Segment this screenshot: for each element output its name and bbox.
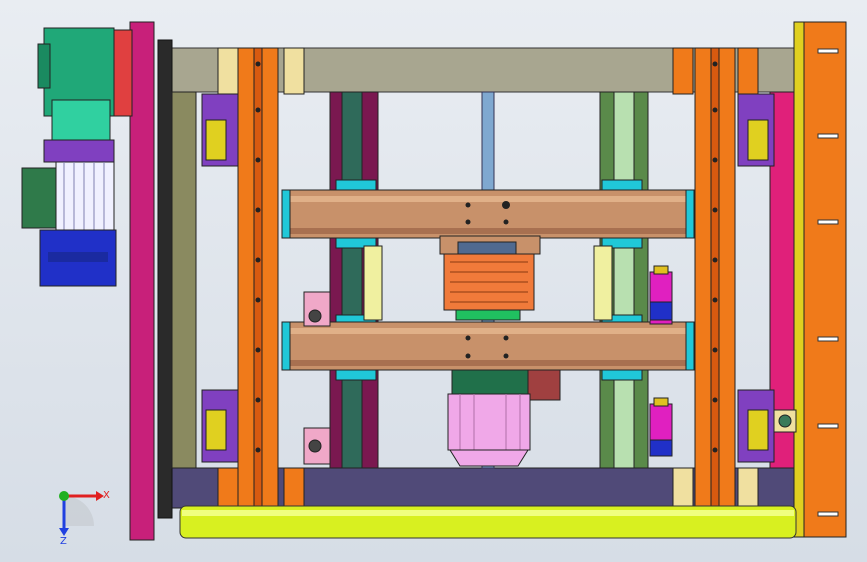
- inner-rail-right: [613, 91, 635, 469]
- lower-carriage-beam: [281, 321, 695, 371]
- triad-z-label: Z: [60, 536, 67, 547]
- right-orange-guide: [803, 21, 847, 538]
- left-side-plate: [129, 21, 155, 541]
- upper-carriage-beam: [281, 189, 695, 239]
- lower-motor: [447, 369, 561, 467]
- left-chain: [157, 39, 173, 519]
- center-gear-reducer: [439, 235, 541, 321]
- inner-rail-left: [341, 91, 363, 469]
- triad-origin: [59, 491, 69, 501]
- left-inner-plate: [171, 91, 197, 469]
- pink-clamps: [303, 291, 331, 465]
- orientation-triad: X Z: [59, 490, 110, 547]
- triad-x-label: X: [103, 490, 110, 501]
- left-main-column: [237, 47, 279, 509]
- drive-motor: [21, 27, 133, 287]
- right-yellow-strip: [793, 21, 805, 538]
- right-main-column: [694, 47, 736, 509]
- roller-highlight: [182, 510, 794, 516]
- right-corner-bolt: [778, 414, 792, 428]
- cad-viewport[interactable]: X Z: [0, 0, 867, 562]
